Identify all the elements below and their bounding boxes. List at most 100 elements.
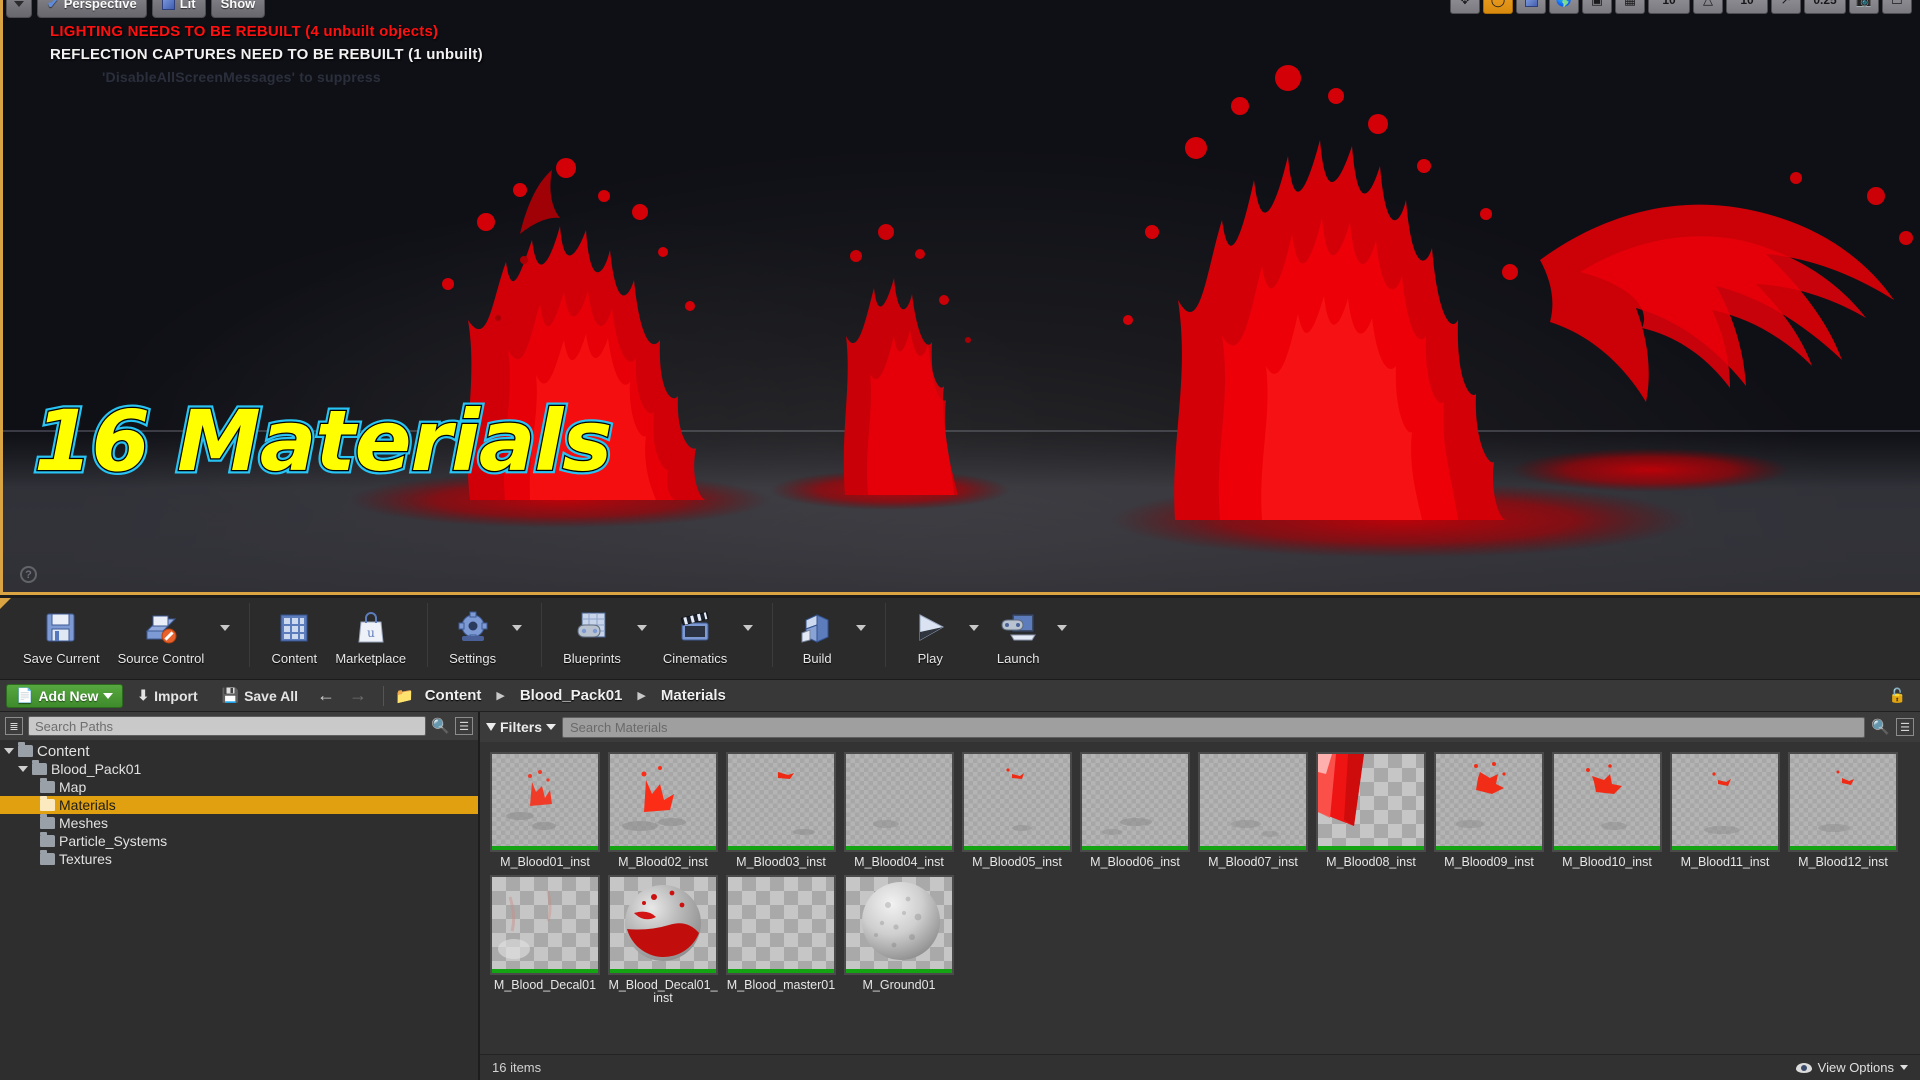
- asset-tile[interactable]: M_Blood04_inst: [844, 752, 959, 869]
- search-icon[interactable]: 🔍: [431, 717, 450, 735]
- collapse-tree-icon[interactable]: ≣: [5, 717, 23, 735]
- save-all-button[interactable]: 💾 Save All: [212, 684, 308, 708]
- tree-item-meshes[interactable]: Meshes: [0, 814, 478, 832]
- translate-gizmo-icon[interactable]: ✥: [1450, 0, 1480, 14]
- level-viewport[interactable]: ✔ Perspective Lit Show ✥ ◯ 🌎 ▣ ▦ 10 △ 10…: [0, 0, 1920, 595]
- grid-snap-value[interactable]: 10: [1648, 0, 1690, 14]
- scale-snap-value[interactable]: 0.25: [1804, 0, 1846, 14]
- asset-thumbnail[interactable]: [726, 752, 836, 852]
- paths-options-icon[interactable]: ☰: [455, 717, 473, 735]
- asset-tile[interactable]: M_Blood03_inst: [726, 752, 841, 869]
- asset-tile[interactable]: M_Blood12_inst: [1788, 752, 1903, 869]
- asset-thumbnail[interactable]: [1670, 752, 1780, 852]
- camera-speed-icon[interactable]: 📷: [1849, 0, 1879, 14]
- asset-thumbnail[interactable]: [490, 752, 600, 852]
- world-space-icon[interactable]: 🌎: [1549, 0, 1579, 14]
- asset-thumbnail[interactable]: [1434, 752, 1544, 852]
- viewport-toolbar-right[interactable]: ✥ ◯ 🌎 ▣ ▦ 10 △ 10 ↗ 0.25 📷 ☐: [1450, 0, 1912, 14]
- launch-dropdown[interactable]: [1050, 602, 1074, 654]
- asset-thumbnail[interactable]: [1788, 752, 1898, 852]
- asset-view-panel[interactable]: Filters Search Materials 🔍 ☰ M_Blood01_i…: [480, 712, 1920, 1080]
- viewport-perspective-button[interactable]: ✔ Perspective: [37, 0, 147, 18]
- asset-tile[interactable]: M_Blood11_inst: [1670, 752, 1785, 869]
- tree-item-blood-pack01[interactable]: Blood_Pack01: [0, 760, 478, 778]
- asset-tile[interactable]: M_Blood_master01: [726, 875, 841, 1005]
- asset-thumbnail[interactable]: [608, 752, 718, 852]
- paths-search-bar[interactable]: ≣ Search Paths 🔍 ☰: [0, 712, 478, 740]
- breadcrumb-materials[interactable]: Materials: [657, 687, 730, 704]
- asset-tile[interactable]: M_Blood09_inst: [1434, 752, 1549, 869]
- back-button[interactable]: ←: [312, 685, 340, 706]
- asset-thumbnail[interactable]: [608, 875, 718, 975]
- asset-options-icon[interactable]: ☰: [1896, 718, 1914, 736]
- content-browser-toolbar[interactable]: 📄 Add New ⬇ Import 💾 Save All ← → 📁 Cont…: [0, 680, 1920, 712]
- play-button[interactable]: Play: [898, 602, 962, 666]
- cinematics-button[interactable]: Cinematics: [654, 602, 736, 666]
- asset-tile[interactable]: M_Blood01_inst: [490, 752, 605, 869]
- launch-button[interactable]: Launch: [986, 602, 1050, 666]
- asset-tile[interactable]: M_Blood10_inst: [1552, 752, 1667, 869]
- search-icon[interactable]: 🔍: [1871, 718, 1890, 736]
- rotation-snap-value[interactable]: 10: [1726, 0, 1768, 14]
- content-button[interactable]: Content: [262, 602, 326, 666]
- path-tree[interactable]: Content Blood_Pack01 Map Materials Meshe…: [0, 740, 478, 868]
- asset-thumbnail[interactable]: [1198, 752, 1308, 852]
- blueprints-button[interactable]: Blueprints: [554, 602, 630, 666]
- asset-tile[interactable]: M_Blood_Decal01: [490, 875, 605, 1005]
- forward-button[interactable]: →: [344, 685, 372, 706]
- expand-triangle-icon[interactable]: [18, 766, 28, 772]
- asset-tile[interactable]: M_Blood07_inst: [1198, 752, 1313, 869]
- asset-thumbnail[interactable]: [726, 875, 836, 975]
- sources-panel[interactable]: ≣ Search Paths 🔍 ☰ Content Blood_Pack01: [0, 712, 480, 1080]
- viewport-options-button[interactable]: [6, 0, 32, 18]
- grid-snap-icon[interactable]: ▦: [1615, 0, 1645, 14]
- cinematics-dropdown[interactable]: [736, 602, 760, 654]
- asset-thumbnail[interactable]: [844, 875, 954, 975]
- play-dropdown[interactable]: [962, 602, 986, 654]
- view-options-button[interactable]: View Options: [1795, 1060, 1908, 1075]
- scale-snap-icon[interactable]: ↗: [1771, 0, 1801, 14]
- save-current-button[interactable]: Save Current: [14, 602, 109, 666]
- build-dropdown[interactable]: [849, 602, 873, 654]
- search-materials-input[interactable]: Search Materials: [562, 716, 1866, 738]
- scale-gizmo-icon[interactable]: [1516, 0, 1546, 14]
- asset-tile[interactable]: M_Blood08_inst: [1316, 752, 1431, 869]
- breadcrumb-content[interactable]: Content: [421, 687, 486, 704]
- rotation-snap-icon[interactable]: △: [1693, 0, 1723, 14]
- surface-snap-icon[interactable]: ▣: [1582, 0, 1612, 14]
- asset-thumbnail[interactable]: [490, 875, 600, 975]
- tree-item-content[interactable]: Content: [0, 742, 478, 760]
- search-paths-input[interactable]: Search Paths: [28, 716, 427, 736]
- help-icon[interactable]: ?: [20, 566, 37, 583]
- viewport-show-button[interactable]: Show: [210, 0, 266, 18]
- viewport-toolbar-left[interactable]: ✔ Perspective Lit Show: [6, 0, 266, 18]
- asset-tile[interactable]: M_Blood06_inst: [1080, 752, 1195, 869]
- tree-item-map[interactable]: Map: [0, 778, 478, 796]
- tree-item-particle-systems[interactable]: Particle_Systems: [0, 832, 478, 850]
- asset-tile[interactable]: M_Blood_Decal01_inst: [608, 875, 723, 1005]
- asset-thumbnail[interactable]: [1316, 752, 1426, 852]
- asset-thumbnail[interactable]: [962, 752, 1072, 852]
- asset-tile[interactable]: M_Ground01: [844, 875, 959, 1005]
- add-new-button[interactable]: 📄 Add New: [6, 683, 124, 708]
- build-button[interactable]: Build: [785, 602, 849, 666]
- source-control-dropdown[interactable]: [213, 602, 237, 654]
- settings-button[interactable]: Settings: [440, 602, 505, 666]
- asset-tile[interactable]: M_Blood02_inst: [608, 752, 723, 869]
- asset-grid[interactable]: M_Blood01_inst M_Blood02_inst M_Blood03_…: [480, 742, 1920, 1054]
- maximize-viewport-icon[interactable]: ☐: [1882, 0, 1912, 14]
- main-toolbar[interactable]: Save Current Source Control Content u Ma…: [0, 598, 1920, 680]
- asset-thumbnail[interactable]: [1080, 752, 1190, 852]
- rotate-gizmo-icon[interactable]: ◯: [1483, 0, 1513, 14]
- asset-filter-bar[interactable]: Filters Search Materials 🔍 ☰: [480, 712, 1920, 742]
- tree-item-materials[interactable]: Materials: [0, 796, 478, 814]
- marketplace-button[interactable]: u Marketplace: [326, 602, 415, 666]
- viewport-lit-button[interactable]: Lit: [151, 0, 206, 18]
- asset-thumbnail[interactable]: [844, 752, 954, 852]
- content-browser[interactable]: 📄 Add New ⬇ Import 💾 Save All ← → 📁 Cont…: [0, 680, 1920, 1080]
- breadcrumb-blood-pack01[interactable]: Blood_Pack01: [516, 687, 627, 704]
- import-button[interactable]: ⬇ Import: [127, 684, 207, 708]
- source-control-button[interactable]: Source Control: [109, 602, 214, 666]
- filters-button[interactable]: Filters: [486, 719, 557, 735]
- settings-dropdown[interactable]: [505, 602, 529, 654]
